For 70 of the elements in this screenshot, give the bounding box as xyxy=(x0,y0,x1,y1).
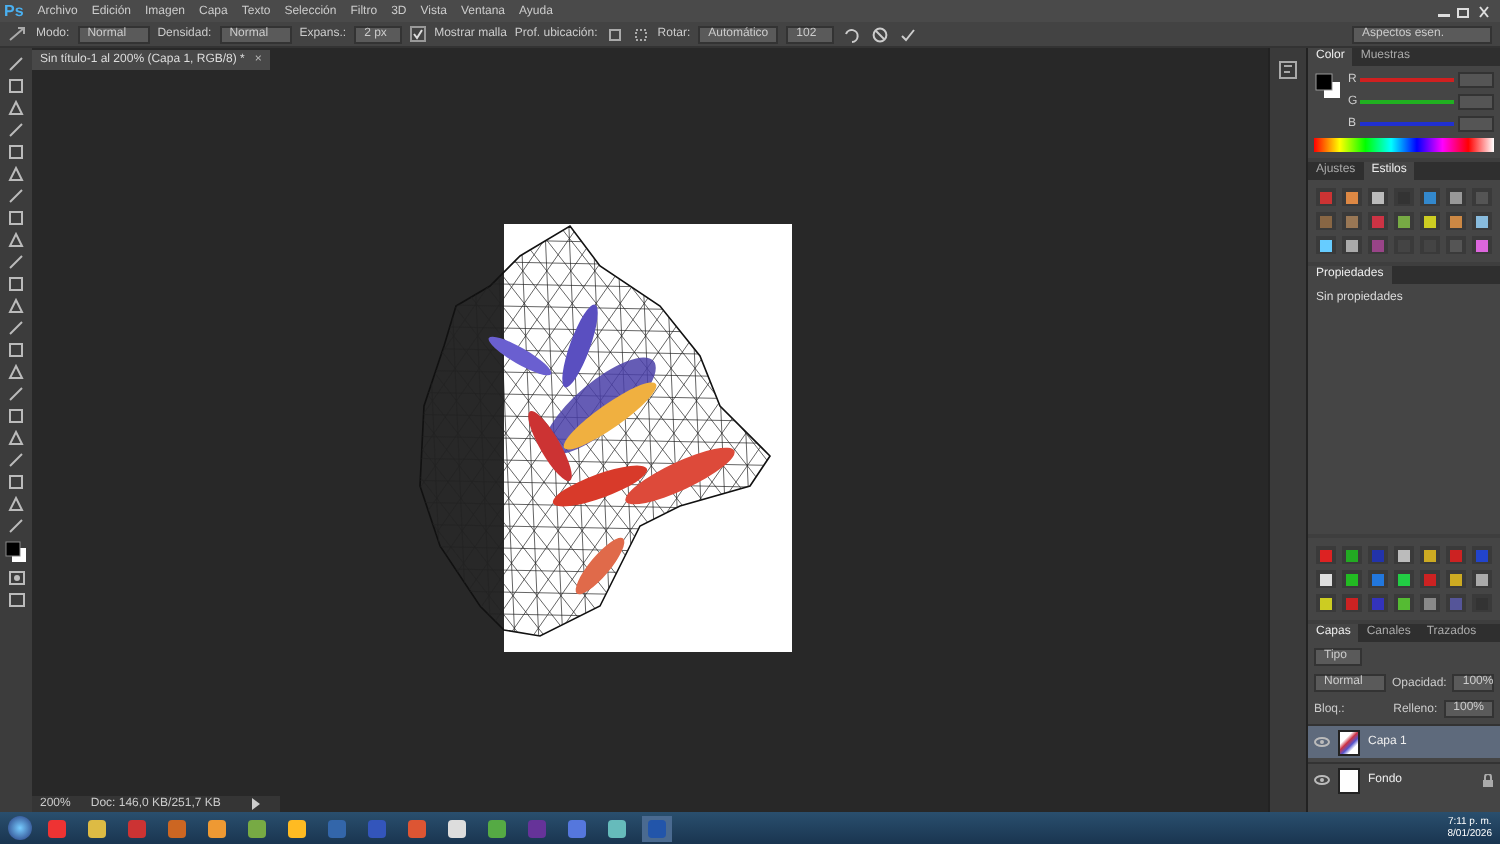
style-swatch[interactable] xyxy=(1472,212,1492,230)
style-swatch[interactable] xyxy=(1472,546,1492,564)
channel-value-field[interactable] xyxy=(1458,72,1494,88)
style-swatch[interactable] xyxy=(1368,188,1388,206)
style-swatch[interactable] xyxy=(1342,236,1362,254)
style-swatch[interactable] xyxy=(1316,212,1336,230)
style-swatch[interactable] xyxy=(1446,570,1466,588)
style-swatch[interactable] xyxy=(1316,546,1336,564)
color-spectrum[interactable] xyxy=(1314,138,1494,152)
style-swatch[interactable] xyxy=(1368,236,1388,254)
style-swatch[interactable] xyxy=(1394,570,1414,588)
taskbar-app-icon[interactable] xyxy=(82,815,112,841)
channel-value-field[interactable] xyxy=(1458,116,1494,132)
taskbar-app-icon[interactable] xyxy=(602,815,632,841)
screen-mode-icon[interactable] xyxy=(7,592,25,608)
style-swatch[interactable] xyxy=(1420,570,1440,588)
layer-up-icon[interactable] xyxy=(605,26,624,42)
taskbar-app-icon[interactable] xyxy=(242,815,272,841)
restore-icon[interactable] xyxy=(1456,5,1472,17)
layer-thumbnail xyxy=(1338,729,1360,755)
style-swatch[interactable] xyxy=(1394,594,1414,612)
style-swatch[interactable] xyxy=(1342,188,1362,206)
quick-mask-icon[interactable] xyxy=(7,570,25,586)
style-swatch[interactable] xyxy=(1420,212,1440,230)
taskbar-app-icon[interactable] xyxy=(442,815,472,841)
cancel-icon[interactable] xyxy=(870,25,891,43)
style-swatch[interactable] xyxy=(1368,212,1388,230)
channel-value-field[interactable] xyxy=(1458,94,1494,110)
style-swatch[interactable] xyxy=(1368,546,1388,564)
foreground-background-icon[interactable] xyxy=(1314,72,1342,100)
style-swatch[interactable] xyxy=(1446,236,1466,254)
layer-thumbnail xyxy=(1338,767,1360,793)
style-swatch[interactable] xyxy=(1342,212,1362,230)
style-swatch[interactable] xyxy=(1472,188,1492,206)
style-swatch[interactable] xyxy=(1316,594,1336,612)
close-icon[interactable] xyxy=(1476,5,1492,17)
style-swatch[interactable] xyxy=(1368,594,1388,612)
style-swatch[interactable] xyxy=(1472,570,1492,588)
eye-icon[interactable] xyxy=(1314,736,1330,748)
expand-arrow-icon[interactable] xyxy=(250,798,263,810)
style-swatch[interactable] xyxy=(1420,188,1440,206)
taskbar-app-icon[interactable] xyxy=(282,815,312,841)
style-swatch[interactable] xyxy=(1446,212,1466,230)
style-swatch[interactable] xyxy=(1316,570,1336,588)
eye-icon[interactable] xyxy=(1314,774,1330,786)
app-logo: Ps xyxy=(4,2,24,20)
style-swatch[interactable] xyxy=(1342,546,1362,564)
start-button[interactable] xyxy=(8,816,32,840)
style-swatch[interactable] xyxy=(1316,236,1336,254)
style-swatch[interactable] xyxy=(1446,594,1466,612)
style-swatch[interactable] xyxy=(1342,570,1362,588)
commit-checkmark-icon[interactable] xyxy=(898,25,919,43)
mesh-checkbox[interactable] xyxy=(410,26,427,42)
style-swatch[interactable] xyxy=(1394,212,1414,230)
style-swatch[interactable] xyxy=(1420,546,1440,564)
style-swatch[interactable] xyxy=(1446,546,1466,564)
style-swatch[interactable] xyxy=(1446,188,1466,206)
style-swatch[interactable] xyxy=(1472,236,1492,254)
style-swatch[interactable] xyxy=(1420,594,1440,612)
warp-tool-icon[interactable] xyxy=(8,26,28,42)
undo-icon[interactable] xyxy=(842,25,863,43)
history-icon[interactable] xyxy=(1278,60,1298,80)
taskbar-app-icon[interactable] xyxy=(482,815,512,841)
layer-down-icon[interactable] xyxy=(631,26,650,42)
color-swatches-icon[interactable] xyxy=(4,540,28,564)
style-swatch[interactable] xyxy=(1368,570,1388,588)
style-swatch[interactable] xyxy=(1342,594,1362,612)
taskbar-app-icon[interactable] xyxy=(202,815,232,841)
style-swatch[interactable] xyxy=(1316,188,1336,206)
style-swatch[interactable] xyxy=(1394,546,1414,564)
